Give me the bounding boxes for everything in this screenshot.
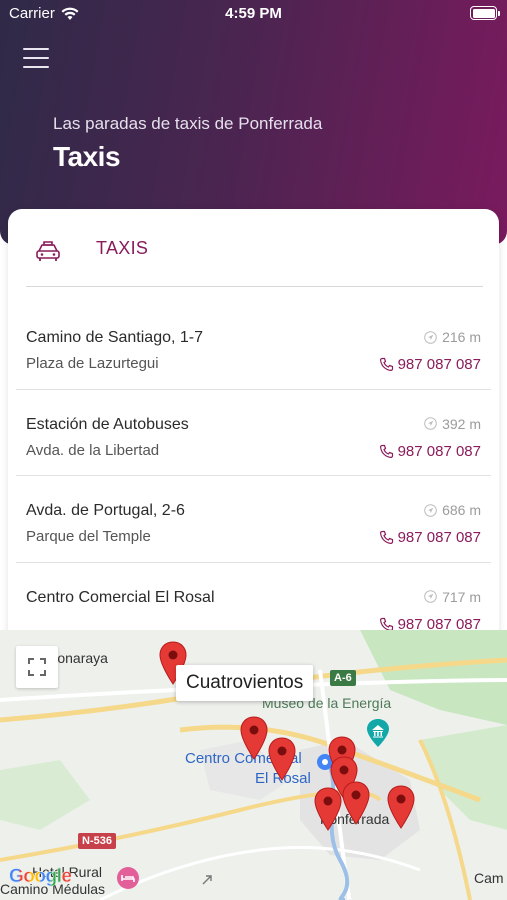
header-subtitle: Las paradas de taxis de Ponferrada	[53, 114, 323, 133]
fullscreen-icon	[28, 658, 46, 676]
status-bar: Carrier 4:59 PM	[0, 0, 507, 28]
map-label-cam: Cam	[474, 870, 504, 886]
hotel-poi-icon	[117, 867, 139, 889]
taxi-stop-list: Camino de Santiago, 1-7 Plaza de Lazurte…	[8, 303, 499, 649]
list-item[interactable]: Camino de Santiago, 1-7 Plaza de Lazurte…	[16, 303, 491, 390]
status-time: 4:59 PM	[225, 5, 282, 22]
stop-address: Parque del Temple	[26, 528, 151, 545]
phone-link[interactable]: 987 087 087	[379, 443, 481, 460]
transit-icon	[202, 875, 212, 885]
navigation-arrow-icon	[424, 590, 437, 603]
list-item[interactable]: Estación de Autobuses Avda. de la Libert…	[16, 390, 491, 476]
card-title: TAXIS	[96, 238, 149, 258]
stop-address: Avda. de la Libertad	[26, 441, 160, 459]
battery-icon	[470, 6, 500, 20]
stop-distance: 392 m	[424, 416, 481, 432]
card-header: TAXIS	[8, 209, 499, 287]
stop-name: Camino de Santiago, 1-7	[26, 329, 203, 346]
hamburger-menu-button[interactable]	[23, 48, 49, 70]
stop-distance: 686 m	[424, 502, 481, 518]
road-badge-n536: N-536	[78, 833, 116, 849]
phone-icon	[379, 357, 393, 372]
stop-name: Estación de Autobuses	[26, 415, 189, 433]
page-title: Taxis	[53, 141, 121, 172]
taxi-icon	[36, 241, 60, 261]
taxi-stops-card: TAXIS Camino de Santiago, 1-7 Plaza de L…	[8, 209, 499, 649]
museum-poi-icon	[367, 719, 389, 747]
phone-link[interactable]: 987 087 087	[379, 529, 481, 546]
stop-name: Avda. de Portugal, 2-6	[26, 502, 185, 519]
road-badge-a6: A-6	[330, 670, 356, 686]
stop-distance: 216 m	[424, 329, 481, 345]
google-logo: Google	[9, 866, 72, 887]
navigation-arrow-icon	[424, 330, 437, 344]
navigation-arrow-icon	[424, 417, 437, 430]
phone-icon	[379, 444, 393, 458]
map-marker[interactable]	[268, 737, 296, 781]
map-marker-tooltip: Cuatrovientos	[176, 665, 314, 701]
divider	[26, 286, 483, 287]
fullscreen-button[interactable]	[16, 646, 58, 688]
stop-address: Plaza de Lazurtegui	[26, 355, 159, 372]
map-marker[interactable]	[342, 781, 370, 825]
map-marker[interactable]	[387, 785, 415, 829]
map-view[interactable]: A-6 N-536 Camponaraya Museo de la Energí…	[0, 630, 507, 900]
navigation-arrow-icon	[424, 503, 437, 517]
stop-name: Centro Comercial El Rosal	[26, 588, 215, 606]
map-marker[interactable]	[314, 787, 342, 831]
stop-distance: 717 m	[424, 589, 481, 605]
list-item[interactable]: Avda. de Portugal, 2-6 Parque del Temple…	[16, 476, 491, 563]
phone-link[interactable]: 987 087 087	[379, 356, 481, 373]
map-marker[interactable]	[240, 716, 268, 760]
phone-icon	[379, 530, 393, 545]
